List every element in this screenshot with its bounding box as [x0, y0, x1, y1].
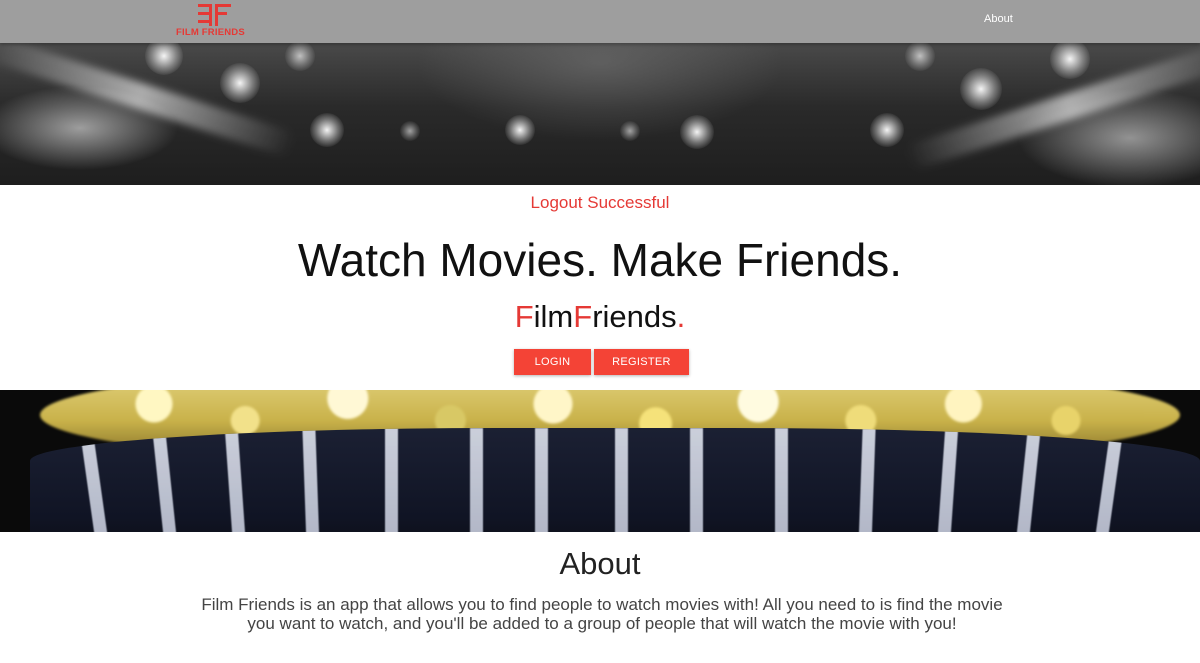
- brand-letter-f2: F: [573, 299, 593, 334]
- nav-about-link[interactable]: About: [984, 13, 1013, 25]
- cinema-banner-image: [0, 43, 1200, 185]
- headline: Watch Movies. Make Friends.: [297, 234, 903, 286]
- about-heading: About: [559, 546, 641, 581]
- register-button[interactable]: REGISTER: [594, 349, 689, 375]
- hero-section: Logout Successful Watch Movies. Make Fri…: [0, 185, 1200, 390]
- about-description: Film Friends is an app that allows you t…: [201, 595, 1003, 633]
- brand-dot: .: [676, 299, 686, 334]
- logo-text: FILM FRIENDS: [176, 27, 245, 38]
- brand-part2: riends: [592, 299, 677, 334]
- film-friends-logo[interactable]: FILM FRIENDS: [176, 0, 256, 40]
- brand-part1: ilm: [533, 299, 574, 334]
- popcorn-banner-image: [0, 390, 1200, 532]
- logout-status-message: Logout Successful: [530, 193, 670, 212]
- ff-logo-icon: [198, 4, 231, 26]
- brand-letter-f1: F: [514, 299, 534, 334]
- brand-name: FilmFriends.: [0, 299, 1200, 335]
- login-button[interactable]: LOGIN: [514, 349, 591, 375]
- navbar: FILM FRIENDS About: [0, 0, 1200, 43]
